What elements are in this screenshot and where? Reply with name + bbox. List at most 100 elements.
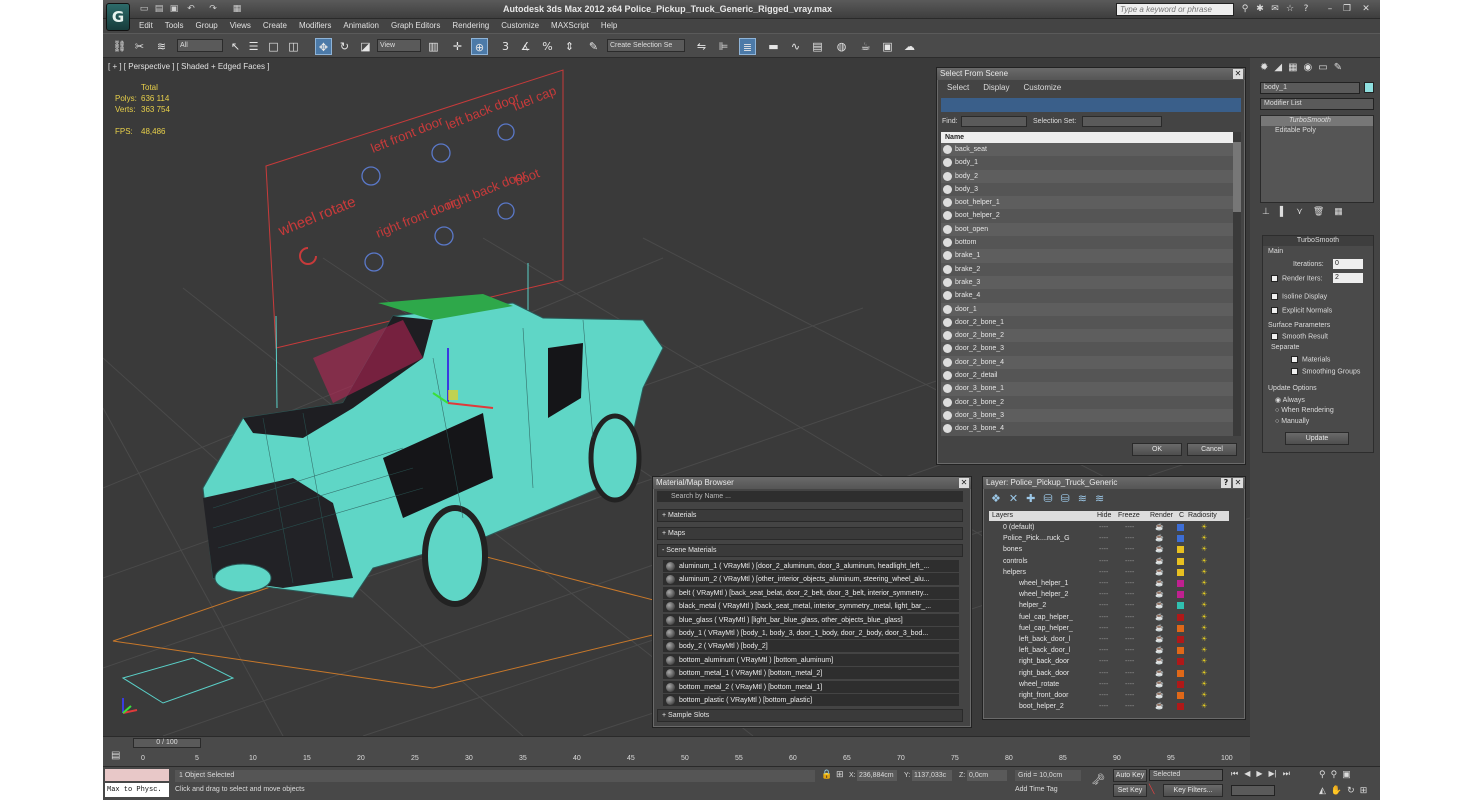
helper-dummy[interactable]	[121, 657, 235, 704]
hide-toggle[interactable]: ----	[1099, 567, 1108, 578]
sfs-filter-toolbar[interactable]	[941, 98, 1241, 112]
undo-icon[interactable]: ↶	[185, 3, 197, 15]
cancel-button[interactable]: Cancel	[1187, 443, 1237, 456]
modifier-stack[interactable]: TurboSmooth Editable Poly	[1260, 115, 1374, 203]
scene-material-row[interactable]: bottom_metal_1 ( VRayMtl ) [bottom_metal…	[663, 667, 959, 681]
freeze-toggle[interactable]: ----	[1125, 556, 1134, 567]
radiosity-icon[interactable]: ☀	[1201, 690, 1207, 701]
sfs-menu-customize[interactable]: Customize	[1023, 83, 1061, 92]
stack-item-turbosmooth[interactable]: TurboSmooth	[1261, 116, 1373, 126]
reference-coordinate-dropdown[interactable]: View	[377, 39, 421, 52]
scene-object-row[interactable]: door_1	[941, 302, 1233, 316]
layer-row[interactable]: wheel_rotate ---- ---- ☕ ☀	[989, 679, 1219, 690]
scene-material-row[interactable]: aluminum_2 ( VRayMtl ) [other_interior_o…	[663, 573, 959, 587]
materials-checkbox[interactable]: Materials	[1291, 356, 1330, 363]
scene-object-row[interactable]: body_2	[941, 169, 1233, 183]
hide-toggle[interactable]: ----	[1099, 578, 1108, 589]
scene-object-list[interactable]: back_seat body_1 body_2 body_3 boot_helper_1…	[941, 143, 1233, 436]
material-search-input[interactable]: Search by Name ...	[657, 491, 963, 502]
graphite-ribbon-icon[interactable]: ▬	[765, 38, 782, 55]
layer-row[interactable]: wheel_helper_1 ---- ---- ☕ ☀	[989, 578, 1219, 589]
search-input[interactable]: Type a keyword or phrase	[1116, 3, 1234, 16]
radiosity-icon[interactable]: ☀	[1201, 567, 1207, 578]
display-tab-icon[interactable]: ▭	[1318, 62, 1327, 73]
freeze-toggle[interactable]: ----	[1125, 522, 1134, 533]
render-teapot-icon[interactable]: ☕	[1155, 589, 1164, 600]
scene-material-row[interactable]: belt ( VRayMtl ) [back_seat_belat, door_…	[663, 586, 959, 600]
freeze-toggle[interactable]: ----	[1125, 623, 1134, 634]
always-radio[interactable]: ◉ Always	[1275, 396, 1305, 404]
render-teapot-icon[interactable]: ☕	[1155, 578, 1164, 589]
search-icon[interactable]: ⚲	[1238, 2, 1252, 16]
layer-row[interactable]: controls ---- ---- ☕ ☀	[989, 556, 1219, 567]
render-teapot-icon[interactable]: ☕	[1155, 645, 1164, 656]
layer-color-swatch[interactable]	[1177, 602, 1184, 610]
hide-toggle[interactable]: ----	[1099, 656, 1108, 667]
lock-selection-icon[interactable]: 🔒	[821, 769, 832, 780]
communication-icon[interactable]: ✉	[1268, 2, 1282, 16]
x-coordinate-input[interactable]: 236,884cm	[857, 770, 897, 781]
track-bar[interactable]: 0 5 10 15 20 25 30 35 40 45 50 55 60 65 70 75 80 85 90 95 10…	[141, 751, 1241, 765]
zoom-icon[interactable]: ⚲	[1319, 769, 1326, 780]
hide-toggle[interactable]: ----	[1099, 701, 1108, 712]
menu-help[interactable]: Help	[595, 19, 623, 33]
go-to-end-icon[interactable]: ⏭	[1283, 769, 1290, 779]
scene-material-row[interactable]: body_2 ( VRayMtl ) [body_2]	[663, 640, 959, 654]
radiosity-col[interactable]: Radiosity	[1188, 511, 1217, 521]
layer-color-swatch[interactable]	[1177, 692, 1184, 699]
hide-toggle[interactable]: ----	[1099, 668, 1108, 679]
layer-color-swatch[interactable]	[1177, 568, 1184, 576]
layer-row[interactable]: Police_Pick....ruck_G ---- ---- ☕ ☀	[989, 533, 1219, 544]
hide-all-icon[interactable]: ≋	[1078, 492, 1087, 505]
layer-color-swatch[interactable]	[1177, 546, 1184, 554]
play-icon[interactable]: ▶	[1256, 769, 1262, 779]
material-map-browser[interactable]: Material/Map Browser ✕ Search by Name ...…	[652, 476, 972, 728]
scene-object-row[interactable]: door_2_bone_1	[941, 315, 1233, 330]
layer-color-swatch[interactable]	[1177, 669, 1184, 677]
align-icon[interactable]: ⊫	[715, 38, 732, 55]
layer-color-swatch[interactable]	[1177, 524, 1184, 531]
scene-material-row[interactable]: black_metal ( VRayMtl ) [back_seat_metal…	[663, 600, 959, 614]
maps-section[interactable]: + Maps	[657, 527, 963, 540]
new-file-icon[interactable]: ▭	[138, 3, 150, 15]
render-teapot-icon[interactable]: ☕	[1155, 600, 1164, 611]
radiosity-icon[interactable]: ☀	[1201, 701, 1207, 712]
layer-color-swatch[interactable]	[1177, 680, 1184, 688]
layers-col[interactable]: Layers	[992, 511, 1013, 521]
layer-row[interactable]: right_front_door ---- ---- ☕ ☀	[989, 690, 1219, 701]
layer-color-swatch[interactable]	[1177, 580, 1184, 587]
key-selection-dropdown[interactable]: Selected	[1149, 769, 1223, 781]
key-filters-button[interactable]: Key Filters...	[1163, 784, 1223, 797]
hierarchy-tab-icon[interactable]: ▦	[1288, 62, 1297, 73]
radiosity-icon[interactable]: ☀	[1201, 634, 1207, 645]
rollout-title[interactable]: TurboSmooth	[1263, 236, 1373, 246]
render-setup-icon[interactable]: ☕	[857, 38, 874, 55]
go-to-start-icon[interactable]: ⏮	[1231, 769, 1238, 779]
unlink-icon[interactable]: ✂	[131, 38, 148, 55]
hide-toggle[interactable]: ----	[1099, 623, 1108, 634]
scene-object-row[interactable]: door_2_bone_2	[941, 329, 1233, 343]
scene-object-row[interactable]: boot_open	[941, 222, 1233, 237]
prev-frame-icon[interactable]: ◀	[1244, 769, 1250, 779]
render-teapot-icon[interactable]: ☕	[1155, 556, 1164, 567]
hide-toggle[interactable]: ----	[1099, 645, 1108, 656]
select-move-icon[interactable]: ✥	[315, 38, 332, 55]
close-icon[interactable]: ✕	[1233, 69, 1243, 79]
ok-button[interactable]: OK	[1132, 443, 1182, 456]
time-slider[interactable]: 0 / 100	[133, 738, 201, 748]
menu-create[interactable]: Create	[257, 19, 293, 33]
scene-object-row[interactable]: door_2_bone_4	[941, 355, 1233, 370]
add-to-layer-icon[interactable]: ✚	[1026, 492, 1035, 505]
curve-editor-icon[interactable]: ∿	[787, 38, 804, 55]
radiosity-icon[interactable]: ☀	[1201, 645, 1207, 656]
current-frame-input[interactable]	[1231, 785, 1275, 796]
layer-row[interactable]: left_back_door_l ---- ---- ☕ ☀	[989, 634, 1219, 645]
layer-color-swatch[interactable]	[1177, 658, 1184, 666]
radiosity-icon[interactable]: ☀	[1201, 600, 1207, 611]
scene-object-row[interactable]: body_3	[941, 182, 1233, 197]
modifier-list-dropdown[interactable]: Modifier List	[1260, 98, 1374, 110]
layer-row[interactable]: fuel_cap_helper_ ---- ---- ☕ ☀	[989, 612, 1219, 623]
radiosity-icon[interactable]: ☀	[1201, 578, 1207, 589]
viewport-label[interactable]: [ + ] [ Perspective ] [ Shaded + Edged F…	[108, 62, 269, 71]
layer-row[interactable]: helper_2 ---- ---- ☕ ☀	[989, 600, 1219, 611]
